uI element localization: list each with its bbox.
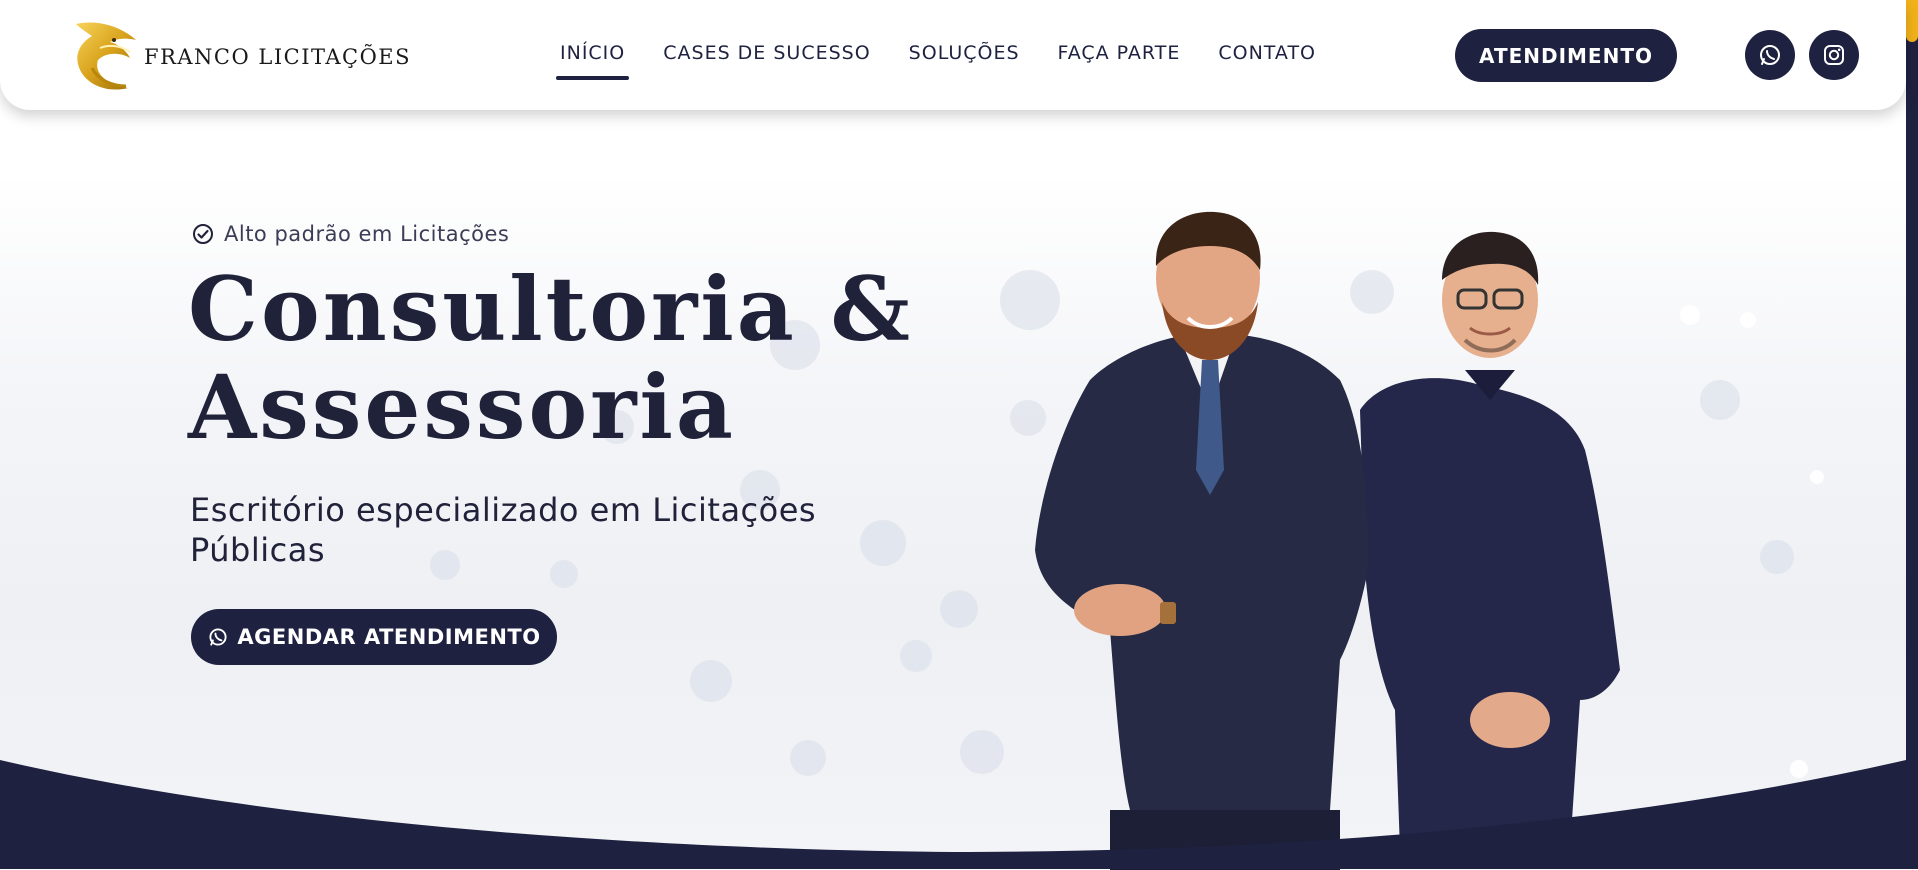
nav-item-faca-parte[interactable]: FAÇA PARTE xyxy=(1058,42,1181,80)
logo-text: FRANCO LICITAÇÕES xyxy=(144,45,412,69)
agendar-atendimento-button[interactable]: AGENDAR ATENDIMENTO xyxy=(191,609,557,665)
main-nav: INÍCIO CASES DE SUCESSO SOLUÇÕES FAÇA PA… xyxy=(555,42,1354,80)
hero-tagline: Alto padrão em Licitações xyxy=(192,222,509,246)
atendimento-button[interactable]: ATENDIMENTO xyxy=(1455,29,1677,82)
whatsapp-icon xyxy=(1760,45,1780,65)
nav-item-solucoes[interactable]: SOLUÇÕES xyxy=(909,42,1020,80)
whatsapp-icon xyxy=(209,628,227,646)
instagram-link[interactable] xyxy=(1809,30,1859,80)
whatsapp-link[interactable] xyxy=(1745,30,1795,80)
scrollbar-thumb[interactable] xyxy=(1906,0,1918,42)
headline-line-1: Consultoria & xyxy=(188,257,913,361)
bottom-wave xyxy=(0,760,1906,869)
person-right xyxy=(1360,231,1620,850)
nav-item-inicio[interactable]: INÍCIO xyxy=(555,42,630,80)
check-circle-icon xyxy=(193,224,213,244)
tagline-text: Alto padrão em Licitações xyxy=(224,222,510,246)
hero-headline: Consultoria & Assessoria xyxy=(188,260,988,456)
scrollbar-track[interactable] xyxy=(1906,0,1918,869)
nav-item-contato[interactable]: CONTATO xyxy=(1218,42,1316,80)
headline-line-2: Assessoria xyxy=(188,355,736,459)
cta-label: AGENDAR ATENDIMENTO xyxy=(237,625,541,649)
logo[interactable]: FRANCO LICITAÇÕES xyxy=(70,18,411,94)
instagram-icon xyxy=(1824,45,1844,65)
hero-subheading: Escritório especializado em Licitações P… xyxy=(190,491,817,569)
site-header: FRANCO LICITAÇÕES INÍCIO CASES DE SUCESS… xyxy=(0,0,1906,110)
nav-item-cases[interactable]: CASES DE SUCESSO xyxy=(663,42,870,80)
